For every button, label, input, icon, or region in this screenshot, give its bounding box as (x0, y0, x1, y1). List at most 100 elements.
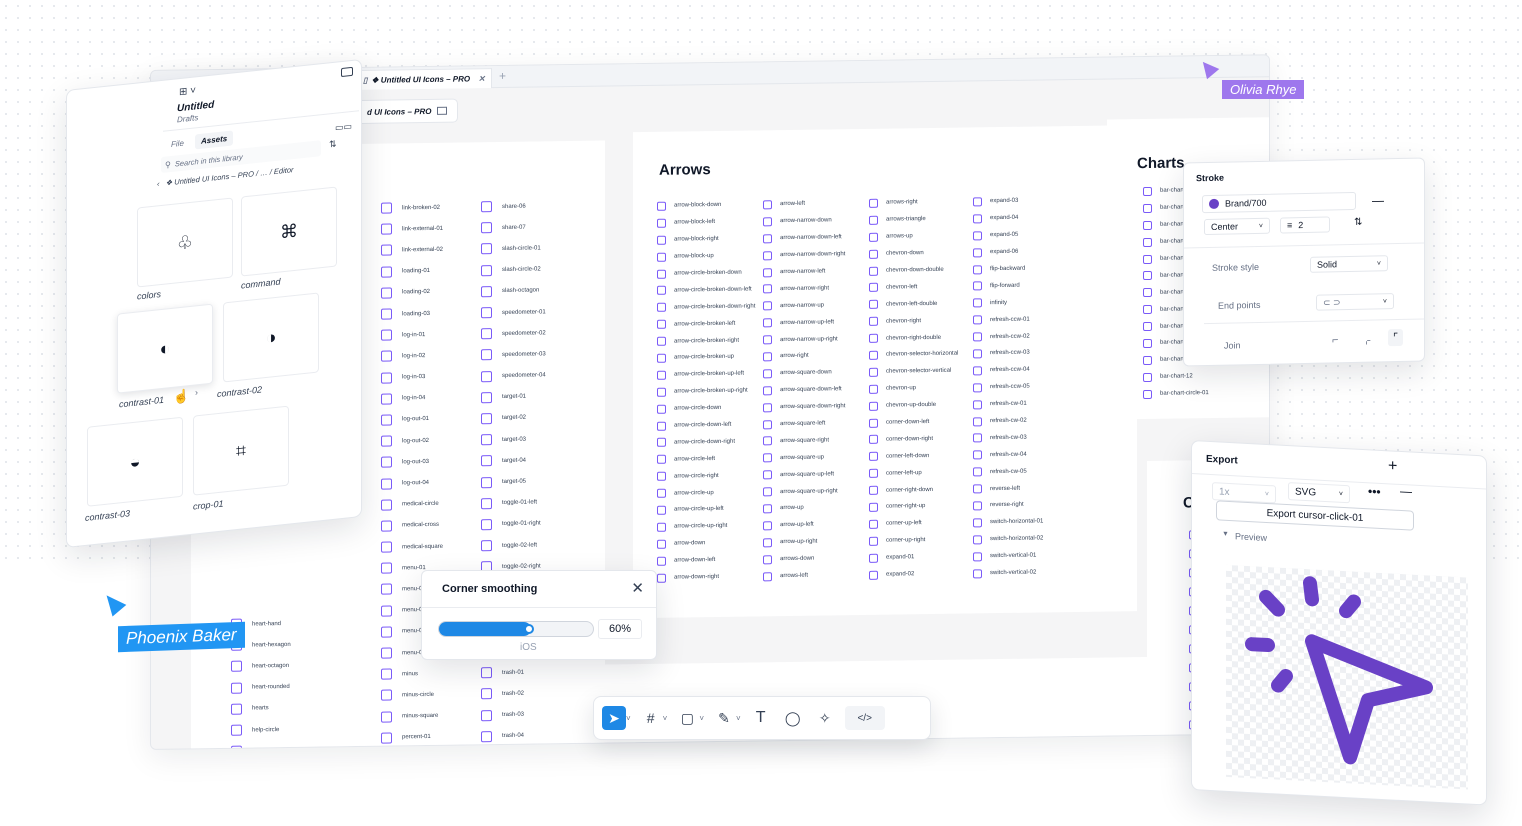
icon-list-item[interactable]: arrow-narrow-left (763, 263, 845, 281)
remove-stroke-icon[interactable]: — (1372, 193, 1384, 207)
asset-contrast-02[interactable]: ◑ (223, 292, 319, 383)
icon-list-item[interactable]: log-in-02 (381, 345, 443, 367)
icon-list-item[interactable]: switch-vertical-01 (973, 547, 1043, 565)
icon-list-item[interactable]: expand-05 (973, 226, 1043, 244)
icon-list-item[interactable]: heart-octagon (231, 655, 291, 677)
icon-list-item[interactable]: trash-04 (481, 725, 546, 747)
icon-list-item[interactable]: chevron-right (869, 312, 958, 330)
icon-list-item[interactable]: arrows-triangle (869, 211, 958, 229)
icon-list-item[interactable]: refresh-ccw-02 (973, 328, 1043, 346)
asset-contrast-03[interactable]: ◒ (87, 416, 183, 507)
icon-list-item[interactable]: log-out-01 (381, 409, 443, 431)
icon-list-item[interactable]: arrow-narrow-up (763, 297, 845, 315)
tab-file[interactable]: File (171, 139, 184, 149)
stroke-style-select[interactable]: Solid ˅ (1310, 255, 1388, 273)
icon-list-item[interactable]: arrow-circle-up-left (657, 500, 755, 518)
icon-list-item[interactable]: arrow-circle-broken-down-left (657, 281, 755, 299)
stroke-align-select[interactable]: Center ˅ (1204, 217, 1270, 236)
icon-list-item[interactable]: arrow-circle-right (657, 467, 755, 485)
icon-list-item[interactable]: target-02 (481, 407, 546, 429)
icon-list-item[interactable]: corner-left-up (869, 464, 958, 482)
icon-list-item[interactable]: arrow-narrow-down (763, 212, 845, 230)
icon-list-item[interactable]: arrow-block-up (657, 247, 755, 265)
remove-export-icon[interactable]: — (1400, 484, 1412, 499)
icon-list-item[interactable]: link-external-01 (381, 218, 443, 240)
export-button[interactable]: Export cursor-click-01 (1216, 500, 1414, 531)
smoothing-value[interactable]: 60% (598, 619, 642, 639)
icon-list-item[interactable]: speedometer-03 (481, 344, 546, 366)
icon-list-item[interactable]: link-broken-02 (381, 197, 443, 219)
icon-list-item[interactable]: arrow-down (657, 534, 755, 552)
icon-list-item[interactable]: link-external-02 (381, 239, 443, 261)
icon-list-item[interactable]: expand-04 (973, 209, 1043, 227)
icon-list-item[interactable]: target-01 (481, 386, 546, 408)
icon-list-item[interactable]: arrow-circle-left (657, 450, 755, 468)
icon-list-item[interactable]: reverse-right (973, 496, 1043, 514)
icon-list-item[interactable]: arrow-circle-broken-down-right (657, 298, 755, 316)
icon-list-item[interactable]: refresh-ccw-01 (973, 311, 1043, 329)
icon-list-item[interactable]: log-in-04 (381, 388, 443, 410)
icon-list-item[interactable]: refresh-cw-02 (973, 412, 1043, 430)
slider-knob[interactable] (524, 624, 535, 634)
icon-list-item[interactable]: speedometer-02 (481, 323, 546, 345)
icon-list-item[interactable]: arrows-right (869, 194, 958, 212)
rectangle-tool-icon[interactable]: ▢ (675, 706, 699, 730)
sidebar-toggle-icon[interactable] (341, 66, 353, 78)
icon-list-item[interactable]: percent-01 (381, 727, 443, 749)
pen-tool-dropdown-icon[interactable]: ˅ (736, 714, 741, 723)
icon-list-item[interactable]: arrow-square-up (763, 449, 845, 467)
icon-list-item[interactable]: target-05 (481, 471, 546, 493)
add-export-icon[interactable]: + (1388, 457, 1397, 475)
icon-list-item[interactable]: chevron-left-double (869, 295, 958, 313)
export-format-select[interactable]: SVG ˅ (1288, 482, 1350, 504)
chevron-right-icon[interactable]: › (195, 387, 198, 397)
icon-list-item[interactable]: expand-02 (869, 565, 958, 583)
icon-list-item[interactable]: minus (381, 663, 443, 685)
icon-list-item[interactable]: arrow-circle-broken-right (657, 332, 755, 350)
icon-list-item[interactable]: arrow-circle-up-right (657, 517, 755, 535)
icon-list-item[interactable]: target-04 (481, 450, 546, 472)
icon-list-item[interactable]: corner-up-left (869, 515, 958, 533)
icon-list-item[interactable]: expand-06 (973, 243, 1043, 261)
join-round-icon[interactable]: ⌜ (1388, 328, 1404, 347)
icon-list-item[interactable]: chevron-left (869, 278, 958, 296)
icon-list-item[interactable]: arrow-square-up-left (763, 465, 845, 483)
close-icon[interactable]: ✕ (631, 579, 644, 597)
icon-list-item[interactable]: log-out-03 (381, 451, 443, 473)
stroke-settings-icon[interactable]: ⇅ (1354, 217, 1362, 228)
move-tool-icon[interactable]: ➤ (602, 706, 626, 730)
icon-list-item[interactable]: slash-circle-01 (481, 238, 546, 260)
icon-list-item[interactable]: expand-01 (869, 548, 958, 566)
icon-list-item[interactable]: arrow-square-down-right (763, 398, 845, 416)
icon-list-item[interactable]: minus-square (381, 705, 443, 727)
icon-list-item[interactable]: log-out-02 (381, 430, 443, 452)
icon-list-item[interactable]: arrow-square-down (763, 364, 845, 382)
more-options-icon[interactable]: ••• (1368, 484, 1381, 499)
asset-contrast-01[interactable]: ◐ (117, 303, 213, 394)
back-chevron-icon[interactable]: ‹ (157, 179, 160, 188)
icon-list-item[interactable]: upload-01 (481, 746, 546, 750)
icon-list-item[interactable]: arrow-narrow-down-right (763, 246, 845, 264)
icon-list-item[interactable]: corner-down-left (869, 413, 958, 431)
icon-list-item[interactable]: chevron-down (869, 244, 958, 262)
icon-list-item[interactable]: trash-03 (481, 704, 546, 726)
icon-list-item[interactable]: switch-horizontal-02 (973, 530, 1043, 548)
icon-list-item[interactable]: refresh-cw-04 (973, 446, 1043, 464)
icon-list-item[interactable]: infinity (973, 294, 1043, 312)
icon-list-item[interactable]: arrow-up-left (763, 516, 845, 534)
icon-list-item[interactable]: arrow-circle-broken-down (657, 264, 755, 282)
icon-list-item[interactable]: medical-circle (381, 493, 443, 515)
icon-list-item[interactable]: refresh-ccw-03 (973, 344, 1043, 362)
icon-list-item[interactable]: arrow-narrow-right (763, 280, 845, 298)
icon-list-item[interactable]: refresh-cw-05 (973, 463, 1043, 481)
icon-list-item[interactable]: arrow-circle-down-right (657, 433, 755, 451)
icon-list-item[interactable]: arrow-circle-up (657, 484, 755, 502)
frame-tool-dropdown-icon[interactable]: ˅ (663, 714, 668, 723)
icon-list-item[interactable]: chevron-up (869, 379, 958, 397)
icon-list-item[interactable]: arrows-down (763, 550, 845, 568)
icon-list-item[interactable]: refresh-cw-01 (973, 395, 1043, 413)
icon-list-item[interactable]: flip-backward (973, 260, 1043, 278)
icon-list-item[interactable]: log-in-03 (381, 366, 443, 388)
icon-list-item[interactable]: arrow-up-right (763, 533, 845, 551)
icon-list-item[interactable]: arrow-narrow-up-left (763, 313, 845, 331)
